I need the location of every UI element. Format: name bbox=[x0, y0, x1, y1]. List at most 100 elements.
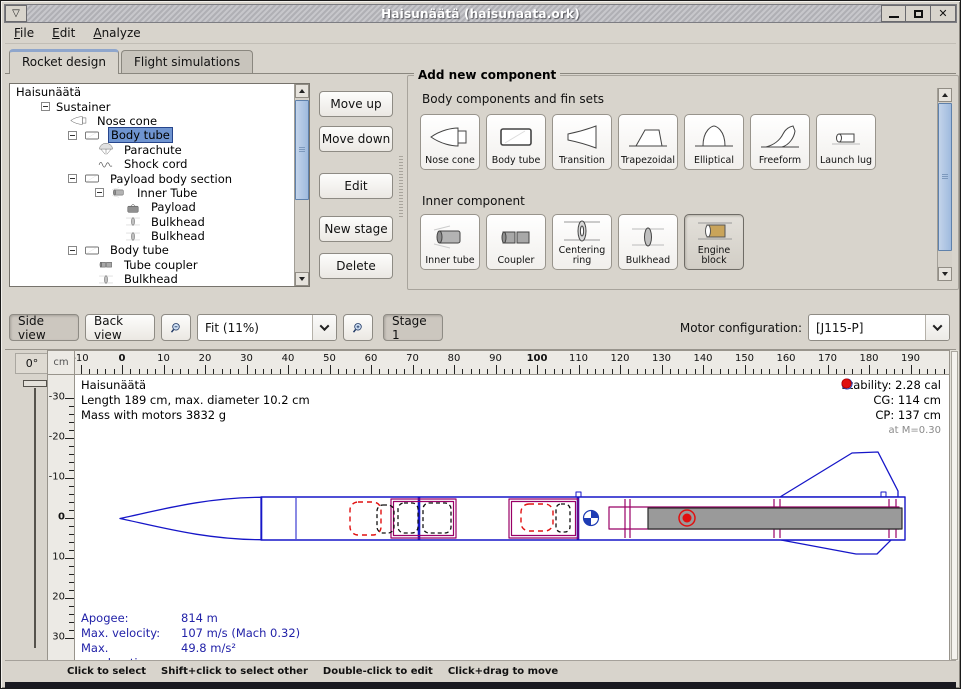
add-launch-lug-button[interactable]: Launch lug bbox=[816, 114, 876, 170]
tree-item-bulkhead[interactable]: Bulkhead bbox=[12, 272, 294, 286]
menu-edit[interactable]: Edit bbox=[43, 24, 84, 42]
tree-scrollbar-thumb[interactable] bbox=[295, 100, 309, 200]
add-body-tube-button[interactable]: Body tube bbox=[486, 114, 546, 170]
back-view-button[interactable]: Back view bbox=[85, 314, 155, 341]
nosecone-icon bbox=[68, 114, 90, 127]
ruler-tick bbox=[728, 369, 729, 374]
flight-stat-row: Max. acceleration:49.8 m/s² bbox=[81, 641, 300, 661]
ruler-tick bbox=[404, 369, 405, 374]
close-button[interactable]: ✕ bbox=[931, 5, 956, 22]
scroll-down-button[interactable] bbox=[295, 272, 309, 286]
move-up-button[interactable]: Move up bbox=[319, 91, 393, 117]
ruler-tick bbox=[69, 446, 74, 447]
transition-icon bbox=[559, 122, 605, 152]
add-trapezoidal-button[interactable]: Trapezoidal bbox=[618, 114, 678, 170]
pane-splitter-handle[interactable] bbox=[399, 156, 403, 218]
ruler-label: 90 bbox=[489, 353, 502, 364]
mach-condition: at M=0.30 bbox=[841, 423, 941, 438]
add-centering-ring-button[interactable]: Centering ring bbox=[552, 214, 612, 270]
ruler-label: 170 bbox=[818, 353, 837, 364]
tree-item-sustainer[interactable]: Sustainer bbox=[12, 99, 294, 113]
ruler-tick bbox=[105, 369, 106, 374]
move-down-button[interactable]: Move down bbox=[319, 126, 393, 152]
component-panel-scrollbar[interactable] bbox=[937, 88, 952, 281]
bodytube-icon bbox=[81, 172, 103, 185]
menu-analyze[interactable]: Analyze bbox=[84, 24, 149, 42]
side-view-button[interactable]: Side view bbox=[9, 314, 79, 341]
ruler-tick bbox=[761, 369, 762, 374]
stat-value: 107 m/s (Mach 0.32) bbox=[181, 626, 300, 641]
tree-item-payload[interactable]: Payload bbox=[12, 200, 294, 214]
launch-lug-shape bbox=[881, 492, 886, 497]
ruler-tick bbox=[504, 369, 505, 374]
figure-scrollbar-thumb[interactable] bbox=[951, 351, 958, 660]
tree-item-bulkhead[interactable]: Bulkhead bbox=[12, 229, 294, 243]
zoom-in-button[interactable] bbox=[343, 314, 373, 341]
ruler-tick bbox=[678, 369, 679, 374]
ruler-tick bbox=[786, 365, 787, 374]
stage-1-toggle[interactable]: Stage 1 bbox=[383, 314, 443, 341]
delete-button[interactable]: Delete bbox=[319, 253, 393, 279]
maximize-button[interactable] bbox=[906, 5, 931, 22]
menu-file[interactable]: File bbox=[5, 24, 43, 42]
menubar: FileEditAnalyze bbox=[5, 23, 956, 44]
add-transition-button[interactable]: Transition bbox=[552, 114, 612, 170]
edit-button[interactable]: Edit bbox=[319, 173, 393, 199]
ruler-tick bbox=[338, 369, 339, 374]
zoom-out-button[interactable] bbox=[161, 314, 191, 341]
trapezoidal-icon bbox=[625, 122, 671, 152]
ruler-label: -30 bbox=[49, 391, 65, 402]
add-bulkhead-button[interactable]: Bulkhead bbox=[618, 214, 678, 270]
ruler-tick bbox=[852, 369, 853, 374]
tree-item-body-tube[interactable]: Body tube bbox=[12, 128, 294, 142]
add-inner-tube-button[interactable]: Inner tube bbox=[420, 214, 480, 270]
window-menu-button[interactable]: ▽ bbox=[5, 5, 27, 22]
minimize-button[interactable] bbox=[881, 5, 906, 22]
tree-expander-icon[interactable] bbox=[68, 174, 77, 183]
tab-flight-simulations[interactable]: Flight simulations bbox=[121, 50, 253, 74]
tree-scrollbar[interactable] bbox=[294, 84, 309, 286]
ruler-tick bbox=[662, 365, 663, 374]
zoom-level-select[interactable]: Fit (11%) bbox=[197, 314, 337, 341]
figure-scrollbar[interactable] bbox=[949, 350, 959, 661]
ruler-tick bbox=[396, 369, 397, 374]
tree-item-tube-coupler[interactable]: Tube coupler bbox=[12, 258, 294, 272]
ruler-label: 120 bbox=[610, 353, 629, 364]
tree-item-parachute[interactable]: Parachute bbox=[12, 143, 294, 157]
tree-item-haisun-t[interactable]: Haisunäätä bbox=[12, 85, 294, 99]
ruler-label: 140 bbox=[693, 353, 712, 364]
add-engine-block-button[interactable]: Engine block bbox=[684, 214, 744, 270]
tree-item-label: Sustainer bbox=[54, 100, 112, 114]
ruler-label: 50 bbox=[323, 353, 336, 364]
tree-expander-icon[interactable] bbox=[41, 102, 50, 111]
add-coupler-button[interactable]: Coupler bbox=[486, 214, 546, 270]
tree-item-label: Shock cord bbox=[122, 157, 189, 171]
tree-expander-icon[interactable] bbox=[68, 246, 77, 255]
centeringring-icon bbox=[559, 216, 605, 246]
tree-item-inner-tube[interactable]: Inner Tube bbox=[12, 186, 294, 200]
tree-expander-icon[interactable] bbox=[68, 131, 77, 140]
tree-item-bulkhead[interactable]: Bulkhead bbox=[12, 215, 294, 229]
ruler-tick bbox=[595, 369, 596, 374]
tab-rocket-design[interactable]: Rocket design bbox=[9, 49, 119, 74]
tree-item-body-tube[interactable]: Body tube bbox=[12, 243, 294, 257]
component-scrollbar-thumb[interactable] bbox=[938, 103, 952, 251]
add-nose-cone-button[interactable]: Nose cone bbox=[420, 114, 480, 170]
ruler-tick bbox=[288, 365, 289, 374]
rocket-canvas[interactable]: HaisunäätäLength 189 cm, max. diameter 1… bbox=[75, 375, 949, 661]
ruler-tick bbox=[819, 369, 820, 374]
add-freeform-button[interactable]: Freeform bbox=[750, 114, 810, 170]
tree-expander-icon[interactable] bbox=[95, 188, 104, 197]
scroll-up-button[interactable] bbox=[938, 88, 952, 102]
add-elliptical-button[interactable]: Elliptical bbox=[684, 114, 744, 170]
ruler-tick bbox=[69, 462, 74, 463]
tree-item-payload-body-section[interactable]: Payload body section bbox=[12, 171, 294, 185]
rotation-slider-track[interactable] bbox=[34, 388, 36, 648]
new-stage-button[interactable]: New stage bbox=[319, 216, 393, 242]
scroll-up-button[interactable] bbox=[295, 84, 309, 98]
motor-configuration-select[interactable]: [J115-P] bbox=[808, 314, 950, 341]
tree-item-nose-cone[interactable]: Nose cone bbox=[12, 114, 294, 128]
tree-item-shock-cord[interactable]: Shock cord bbox=[12, 157, 294, 171]
rotation-slider-handle[interactable] bbox=[23, 380, 47, 387]
scroll-down-button[interactable] bbox=[938, 267, 952, 281]
